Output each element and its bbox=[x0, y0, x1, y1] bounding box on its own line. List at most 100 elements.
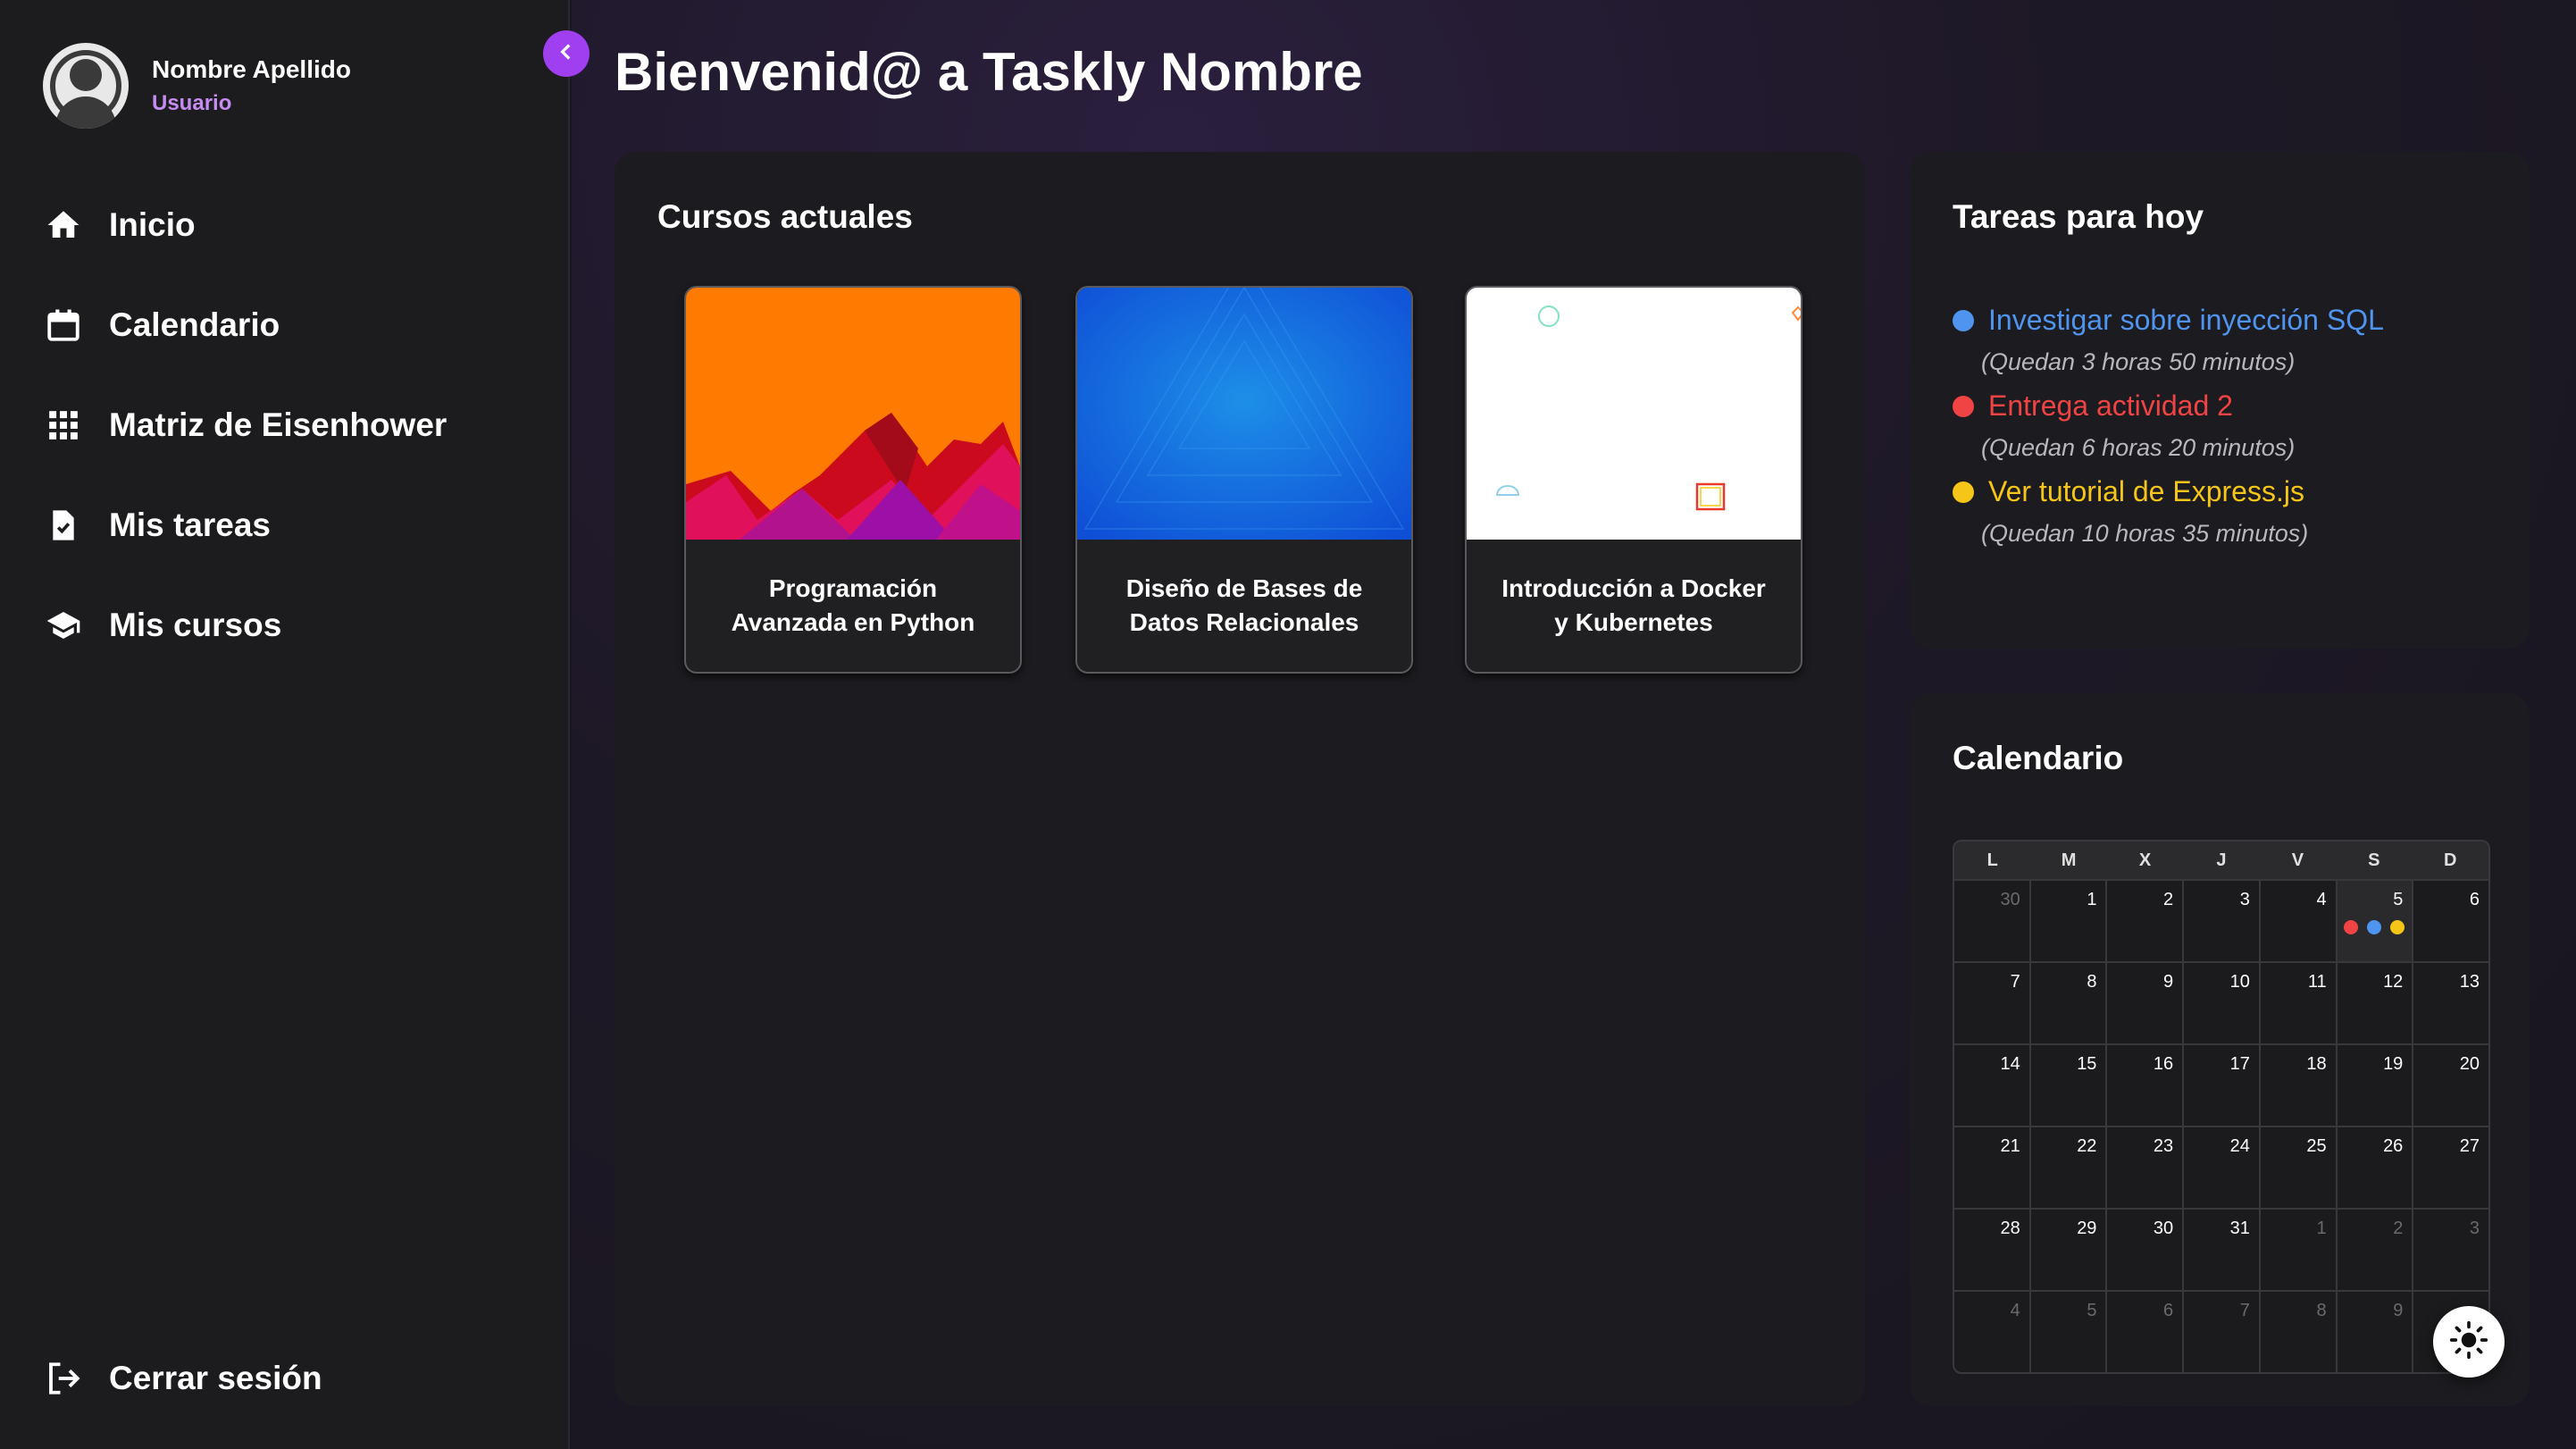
calendar-week: 7 8 9 10 11 12 13 bbox=[1954, 961, 2488, 1043]
task-remaining: (Quedan 3 horas 50 minutos) bbox=[1981, 348, 2296, 375]
sidebar: Nombre Apellido Usuario Inicio Calendari… bbox=[0, 0, 570, 1449]
calendar-day[interactable]: 3 bbox=[2413, 1208, 2488, 1290]
sidebar-nav: Inicio Calendario Matriz de Eisenhower M… bbox=[43, 175, 447, 675]
calendar-day[interactable]: 14 bbox=[1954, 1043, 2031, 1126]
task-item[interactable]: Entrega actividad 2 (Quedan 6 horas 20 m… bbox=[1953, 389, 2295, 461]
calendar-day-number: 5 bbox=[2393, 890, 2404, 909]
calendar-day-today[interactable]: 5 bbox=[2337, 879, 2414, 961]
calendar-day[interactable]: 4 bbox=[2260, 879, 2338, 961]
calendar-day[interactable]: 11 bbox=[2260, 961, 2338, 1043]
calendar-day[interactable]: 5 bbox=[2030, 1290, 2108, 1372]
event-dot bbox=[2367, 920, 2382, 934]
home-icon bbox=[43, 205, 84, 246]
calendar-day[interactable]: 9 bbox=[2107, 961, 2185, 1043]
calendar-day[interactable]: 8 bbox=[2030, 961, 2108, 1043]
course-image-mountains bbox=[686, 288, 1020, 540]
event-dot bbox=[2390, 920, 2405, 934]
task-status-dot bbox=[1953, 481, 1974, 503]
calendar-day[interactable]: 10 bbox=[2184, 961, 2261, 1043]
calendar-day[interactable]: 12 bbox=[2337, 961, 2414, 1043]
logout-button[interactable]: Cerrar sesión bbox=[43, 1358, 322, 1399]
event-dot bbox=[2344, 920, 2359, 934]
collapse-sidebar-button[interactable] bbox=[543, 30, 590, 77]
calendar-day[interactable]: 7 bbox=[2184, 1290, 2261, 1372]
tasks-panel: Tareas para hoy Investigar sobre inyecci… bbox=[1910, 152, 2530, 649]
calendar-day[interactable]: 31 bbox=[2184, 1208, 2261, 1290]
grid-icon bbox=[43, 405, 84, 446]
calendar-day[interactable]: 2 bbox=[2107, 879, 2185, 961]
weekday-label: M bbox=[2061, 850, 2077, 870]
course-card[interactable]: Programación Avanzada en Python bbox=[684, 286, 1022, 674]
course-image-blue-pattern bbox=[1077, 288, 1411, 540]
task-label: Entrega actividad 2 bbox=[1988, 389, 2233, 422]
calendar-day[interactable]: 20 bbox=[2413, 1043, 2488, 1126]
sidebar-item-mis-cursos[interactable]: Mis cursos bbox=[43, 575, 447, 675]
calendar-day[interactable]: 6 bbox=[2107, 1290, 2185, 1372]
calendar-day[interactable]: 28 bbox=[1954, 1208, 2031, 1290]
sidebar-item-calendario[interactable]: Calendario bbox=[43, 275, 447, 375]
calendar-day[interactable]: 4 bbox=[1954, 1290, 2031, 1372]
sidebar-item-label: Mis cursos bbox=[109, 607, 282, 643]
sidebar-item-label: Matriz de Eisenhower bbox=[109, 406, 447, 443]
calendar-day[interactable]: 15 bbox=[2030, 1043, 2108, 1126]
calendar-day[interactable]: 26 bbox=[2337, 1126, 2414, 1208]
calendar-day[interactable]: 1 bbox=[2030, 879, 2108, 961]
courses-title: Cursos actuales bbox=[657, 198, 913, 235]
task-file-icon bbox=[43, 505, 84, 546]
calendar-day[interactable]: 25 bbox=[2260, 1126, 2338, 1208]
calendar-week: 28 29 30 31 1 2 3 bbox=[1954, 1208, 2488, 1290]
calendar-icon bbox=[43, 305, 84, 346]
calendar-day[interactable]: 22 bbox=[2030, 1126, 2108, 1208]
course-card[interactable]: Diseño de Bases de Datos Relacionales bbox=[1075, 286, 1413, 674]
task-status-dot bbox=[1953, 395, 1974, 417]
task-label: Ver tutorial de Express.js bbox=[1988, 475, 2304, 507]
chevron-left-icon bbox=[555, 40, 578, 68]
weekday-label: D bbox=[2444, 850, 2457, 870]
sidebar-item-label: Mis tareas bbox=[109, 507, 271, 543]
course-title: Introducción a Docker y Kubernetes bbox=[1501, 574, 1766, 636]
sun-icon bbox=[2449, 1320, 2488, 1364]
calendar-day[interactable]: 3 bbox=[2184, 879, 2261, 961]
calendar-day[interactable]: 19 bbox=[2337, 1043, 2414, 1126]
task-item[interactable]: Ver tutorial de Express.js (Quedan 10 ho… bbox=[1953, 475, 2308, 547]
calendar-day[interactable]: 27 bbox=[2413, 1126, 2488, 1208]
calendar-day[interactable]: 16 bbox=[2107, 1043, 2185, 1126]
calendar-week: 21 22 23 24 25 26 27 bbox=[1954, 1126, 2488, 1208]
calendar-day[interactable]: 6 bbox=[2413, 879, 2488, 961]
calendar-day[interactable]: 18 bbox=[2260, 1043, 2338, 1126]
profile-text: Nombre Apellido Usuario bbox=[152, 55, 351, 116]
weekday-label: J bbox=[2216, 850, 2227, 870]
sidebar-item-mis-tareas[interactable]: Mis tareas bbox=[43, 475, 447, 575]
calendar-day[interactable]: 17 bbox=[2184, 1043, 2261, 1126]
course-image-white-shapes bbox=[1467, 288, 1801, 540]
sidebar-item-inicio[interactable]: Inicio bbox=[43, 175, 447, 275]
calendar-day[interactable]: 1 bbox=[2260, 1208, 2338, 1290]
user-profile[interactable]: Nombre Apellido Usuario bbox=[43, 43, 351, 129]
calendar-day[interactable]: 21 bbox=[1954, 1126, 2031, 1208]
task-item[interactable]: Investigar sobre inyección SQL (Quedan 3… bbox=[1953, 304, 2384, 375]
calendar-week: 14 15 16 17 18 19 20 bbox=[1954, 1043, 2488, 1126]
calendar-week: 4 5 6 7 8 9 bbox=[1954, 1290, 2488, 1372]
calendar-weekdays: L M X J V S D bbox=[1954, 842, 2488, 879]
graduation-cap-icon bbox=[43, 605, 84, 646]
calendar-day[interactable]: 9 bbox=[2337, 1290, 2414, 1372]
calendar-day[interactable]: 29 bbox=[2030, 1208, 2108, 1290]
calendar-day[interactable]: 13 bbox=[2413, 961, 2488, 1043]
user-name: Nombre Apellido bbox=[152, 55, 351, 83]
course-card[interactable]: Introducción a Docker y Kubernetes bbox=[1465, 286, 1802, 674]
calendar-day[interactable]: 8 bbox=[2260, 1290, 2338, 1372]
calendar-day[interactable]: 24 bbox=[2184, 1126, 2261, 1208]
sidebar-item-label: Inicio bbox=[109, 206, 196, 243]
task-remaining: (Quedan 6 horas 20 minutos) bbox=[1981, 434, 2296, 461]
calendar-day[interactable]: 2 bbox=[2337, 1208, 2414, 1290]
calendar-day[interactable]: 23 bbox=[2107, 1126, 2185, 1208]
weekday-label: V bbox=[2291, 850, 2304, 870]
calendar-day[interactable]: 7 bbox=[1954, 961, 2031, 1043]
calendar-day[interactable]: 30 bbox=[1954, 879, 2031, 961]
theme-toggle-button[interactable] bbox=[2433, 1306, 2505, 1378]
calendar-event-dots bbox=[2338, 920, 2413, 934]
calendar-week: 30 1 2 3 4 5 6 bbox=[1954, 879, 2488, 961]
course-title: Programación Avanzada en Python bbox=[731, 574, 975, 636]
sidebar-item-matriz[interactable]: Matriz de Eisenhower bbox=[43, 375, 447, 475]
calendar-day[interactable]: 30 bbox=[2107, 1208, 2185, 1290]
